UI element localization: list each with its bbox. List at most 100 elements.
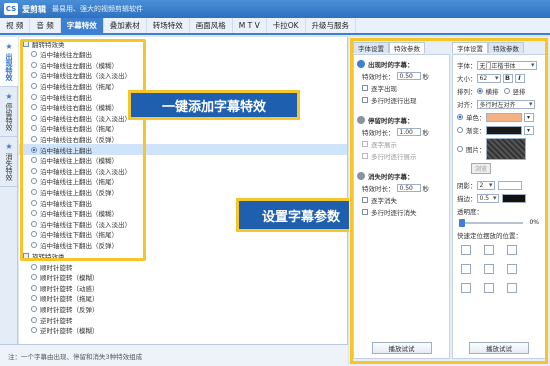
italic-button[interactable]: I [514,73,525,83]
effect-item[interactable]: 沿中轴线往上翻出（淡入淡出） [19,166,347,177]
size-select[interactable]: 62 [476,73,501,83]
tab-karaoke[interactable]: 卡拉OK [267,18,306,33]
pos-top-left[interactable] [461,245,471,255]
effect-radio[interactable] [31,167,37,174]
vtab-vanish[interactable]: ★ 消失特效 [0,137,18,187]
effect-radio[interactable] [31,189,37,196]
stay-by-char-checkbox[interactable] [362,141,368,147]
effect-radio[interactable] [31,327,37,334]
effect-item[interactable]: 顺时针旋转（反弹） [19,304,347,315]
opacity-slider[interactable]: 0% [457,219,541,227]
effect-radio[interactable] [31,125,37,132]
effect-item[interactable]: 沿中轴线往右翻出（反弹） [19,134,347,145]
pos-top-center[interactable] [484,245,494,255]
tab-video[interactable]: 视 频 [0,18,31,33]
font-select[interactable]: 无门正楷书体 [476,60,537,70]
effect-item[interactable]: 逆时针旋转 [19,314,347,325]
tab-audio[interactable]: 音 频 [30,18,61,33]
tab-effect-params-2[interactable]: 特效参数 [488,42,524,53]
browse-button[interactable]: 浏览 [471,163,492,174]
effect-item[interactable]: 沿中轴线往上翻出 [19,144,347,155]
effect-item[interactable]: 沿中轴线往左翻出（淡入淡出） [19,70,347,81]
effect-item[interactable]: 沿中轴线往左翻出（模糊） [19,60,347,71]
stay-by-line-checkbox[interactable] [362,153,368,159]
category-header[interactable]: 旋转特效类 [19,251,347,261]
pos-bottom-right[interactable] [507,283,517,293]
effect-radio[interactable] [31,263,37,270]
effect-radio[interactable] [31,93,37,100]
tab-overlay[interactable]: 叠加素材 [104,18,147,33]
effect-radio[interactable] [31,274,37,281]
pos-center[interactable] [484,264,494,274]
effect-radio[interactable] [31,305,37,312]
tab-font-settings-2[interactable]: 字体设置 [452,42,488,53]
effect-radio[interactable] [31,114,37,121]
tab-subtitle-effects[interactable]: 字幕特效 [60,18,104,33]
effect-radio[interactable] [31,295,37,302]
appear-by-char-checkbox[interactable] [362,85,368,91]
effect-radio[interactable] [31,83,37,90]
vanish-duration-input[interactable]: 0.50 [396,184,421,192]
effect-radio[interactable] [31,210,37,217]
align-select[interactable]: 多行时左对齐 [476,99,535,109]
tab-effect-params[interactable]: 特效参数 [389,42,425,53]
effect-radio[interactable] [31,178,37,185]
effect-item[interactable]: 沿中轴线往左翻出 [19,49,347,60]
category-header[interactable]: 翻转特效类 [19,39,347,49]
vtab-stay[interactable]: ★ 停留特效 [0,87,18,137]
tab-transitions[interactable]: 转场特效 [147,18,190,33]
effect-item[interactable]: 顺时针旋转（拖尾） [19,293,347,304]
play-try-button-2[interactable]: 播放试试 [469,342,529,354]
effect-item[interactable]: 沿中轴线往上翻出（模糊） [19,155,347,166]
effect-item[interactable]: 顺时针旋转（模糊） [19,272,347,283]
vanish-by-line-checkbox[interactable] [362,209,368,215]
effect-radio[interactable] [31,157,37,164]
image-radio[interactable] [457,146,463,152]
effect-item[interactable]: 沿中轴线往右翻出（拖尾） [19,123,347,134]
pos-middle-left[interactable] [461,264,471,274]
appear-by-line-checkbox[interactable] [362,97,368,103]
effect-radio[interactable] [31,284,37,291]
effect-radio[interactable] [31,220,37,227]
single-color-radio[interactable] [457,114,463,120]
effect-radio[interactable] [31,241,37,248]
effect-radio[interactable] [31,72,37,79]
bold-button[interactable]: B [502,73,513,83]
shadow-color-swatch[interactable] [497,180,522,190]
vtab-appear[interactable]: ★ 出现特效 [0,37,18,87]
effect-radio[interactable] [31,231,37,238]
stroke-select[interactable]: 0.5 [476,193,499,203]
vanish-by-char-checkbox[interactable] [362,197,368,203]
tab-font-settings[interactable]: 字体设置 [353,42,389,53]
effect-radio[interactable] [31,61,37,68]
effect-radio[interactable] [31,316,37,323]
horizontal-radio[interactable] [476,88,483,94]
effect-item[interactable]: 顺时针旋转 [19,261,347,272]
vertical-radio[interactable] [503,88,510,94]
tab-picture-style[interactable]: 画面风格 [190,18,233,33]
effect-item[interactable]: 沿中轴线往下翻出（反弹） [19,240,347,251]
pos-bottom-left[interactable] [461,283,471,293]
effect-radio[interactable] [31,199,37,206]
stroke-color-swatch[interactable] [501,193,526,203]
effect-radio[interactable] [31,136,37,143]
tab-upgrade[interactable]: 升级与服务 [306,18,357,33]
chevron-down-icon[interactable]: ▾ [523,125,534,135]
effect-item[interactable]: 顺时针旋转（动感） [19,282,347,293]
effect-radio[interactable] [31,104,37,111]
gradient-swatch[interactable] [485,125,522,135]
single-color-swatch[interactable] [485,112,522,122]
stay-duration-input[interactable]: 1.00 [396,128,421,136]
gradient-radio[interactable] [457,127,463,133]
effect-item[interactable]: 逆时针旋转（模糊） [19,325,347,336]
pos-top-right[interactable] [507,245,517,255]
pos-bottom-center[interactable] [484,283,494,293]
effect-radio[interactable] [31,146,37,153]
appear-duration-input[interactable]: 0.50 [396,72,421,80]
chevron-down-icon[interactable]: ▾ [523,112,534,122]
effect-item[interactable]: 沿中轴线往上翻出（拖尾） [19,176,347,187]
play-try-button[interactable]: 播放试试 [371,342,432,354]
slider-thumb[interactable] [459,219,465,227]
effect-item[interactable]: 沿中轴线往上翻出（反弹） [19,187,347,198]
tab-mtv[interactable]: M T V [233,18,267,33]
